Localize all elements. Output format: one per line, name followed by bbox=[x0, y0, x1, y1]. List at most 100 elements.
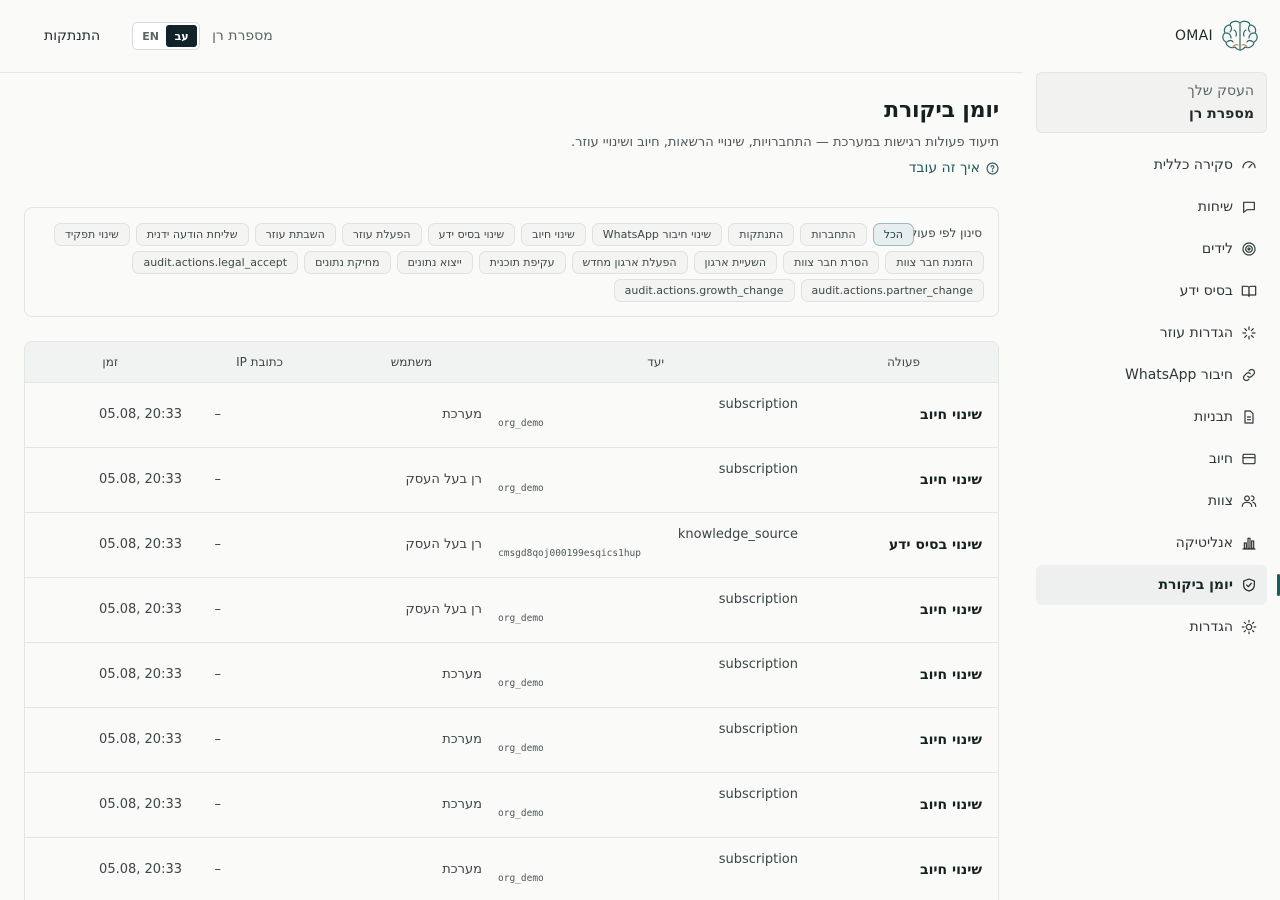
filter-chip[interactable]: השבתת עוזר bbox=[254, 223, 336, 246]
help-circle-icon bbox=[986, 162, 999, 174]
sidebar-item-team[interactable]: צוות bbox=[1036, 481, 1267, 521]
sidebar-item-settings[interactable]: הגדרות bbox=[1036, 607, 1267, 647]
filter-chip[interactable]: audit.actions.partner_change bbox=[800, 279, 984, 302]
filter-chip[interactable]: שינוי תפקיד bbox=[53, 223, 130, 246]
sidebar-item-knowledge-base[interactable]: בסיס ידע bbox=[1036, 271, 1267, 311]
filter-chip[interactable]: עקיפת תוכנית bbox=[478, 251, 566, 274]
filter-chip[interactable]: ייצוא נתונים bbox=[396, 251, 473, 274]
target-id: org_demo bbox=[498, 483, 544, 494]
cell-time: 05.08, 20:33 bbox=[99, 537, 182, 552]
language-he-button[interactable]: עב bbox=[166, 25, 198, 47]
sidebar-item-label: בסיס ידע bbox=[1179, 283, 1233, 299]
sidebar-item-overview[interactable]: סקירה כללית bbox=[1036, 145, 1267, 185]
filter-chip[interactable]: התנתקות bbox=[728, 223, 795, 246]
filter-chip[interactable]: השעיית ארגון bbox=[693, 251, 778, 274]
sidebar-item-whatsapp[interactable]: חיבור WhatsApp bbox=[1036, 355, 1267, 395]
credit-card-icon bbox=[1242, 453, 1256, 465]
filter-chip[interactable]: התחברות bbox=[800, 223, 867, 246]
filter-chip[interactable]: שינוי חיוב bbox=[521, 223, 586, 246]
table-row[interactable]: שינוי חיוב subscription org_demo מערכת –… bbox=[25, 643, 998, 708]
filter-chip[interactable]: שינוי חיבור WhatsApp bbox=[591, 223, 723, 246]
target-id: org_demo bbox=[498, 873, 544, 884]
cell-target: subscription org_demo bbox=[498, 397, 798, 429]
cell-ip: – bbox=[214, 862, 222, 877]
table-row[interactable]: שינוי חיוב subscription org_demo רן בעל … bbox=[25, 448, 998, 513]
cell-ip: – bbox=[214, 537, 222, 552]
sidebar-item-label: הגדרות עוזר bbox=[1159, 325, 1233, 341]
cell-time: 05.08, 20:33 bbox=[99, 407, 182, 422]
sidebar-item-audit-log[interactable]: יומן ביקורת bbox=[1036, 565, 1280, 605]
sidebar-item-label: יומן ביקורת bbox=[1158, 577, 1233, 593]
bar-chart-icon bbox=[1242, 537, 1256, 550]
gauge-icon bbox=[1242, 161, 1256, 169]
sidebar: OMAI העסק שלך מספרת רן סקירה כללית שיחות… bbox=[1023, 0, 1280, 900]
filter-chip[interactable]: הזמנת חבר צוות bbox=[885, 251, 984, 274]
target-type: subscription bbox=[718, 657, 798, 672]
filter-chip[interactable]: שליחת הודעה ידנית bbox=[135, 223, 249, 246]
cell-action: שינוי חיוב bbox=[920, 862, 982, 878]
filter-chip[interactable]: הפעלת ארגון מחדש bbox=[571, 251, 688, 274]
target-id: org_demo bbox=[498, 678, 544, 689]
sidebar-item-label: חיוב bbox=[1208, 451, 1233, 467]
target-id: org_demo bbox=[498, 613, 544, 624]
topbar-controls: התנתקות EN עב מספרת רן bbox=[44, 22, 273, 50]
filter-chip[interactable]: הסרת חבר צוות bbox=[783, 251, 880, 274]
table-row[interactable]: שינוי חיוב subscription org_demo מערכת –… bbox=[25, 773, 998, 838]
topbar: התנתקות EN עב מספרת רן bbox=[0, 0, 1023, 73]
sidebar-item-assistant-settings[interactable]: הגדרות עוזר bbox=[1036, 313, 1267, 353]
filter-chip-all[interactable]: הכל bbox=[872, 223, 914, 246]
link-icon bbox=[1242, 368, 1256, 382]
page-title: יומן ביקורת bbox=[884, 98, 999, 123]
sidebar-item-templates[interactable]: תבניות bbox=[1036, 397, 1267, 437]
cell-ip: – bbox=[214, 472, 222, 487]
sidebar-item-label: חיבור WhatsApp bbox=[1125, 367, 1233, 383]
filter-chip[interactable]: מחיקת נתונים bbox=[304, 251, 391, 274]
cell-ip: – bbox=[214, 732, 222, 747]
cell-action: שינוי בסיס ידע bbox=[888, 537, 982, 553]
sidebar-item-conversations[interactable]: שיחות bbox=[1036, 187, 1267, 227]
sidebar-item-leads[interactable]: לידים bbox=[1036, 229, 1267, 269]
table-row[interactable]: שינוי חיוב subscription org_demo מערכת –… bbox=[25, 383, 998, 448]
language-en-button[interactable]: EN bbox=[135, 25, 166, 47]
table-row[interactable]: שינוי בסיס ידע knowledge_source cmsgd8qo… bbox=[25, 513, 998, 578]
target-id: cmsgd8qoj000199esqics1hup bbox=[498, 548, 641, 559]
sidebar-item-label: אנליטיקה bbox=[1175, 535, 1233, 551]
how-it-works-link[interactable]: איך זה עובד bbox=[909, 160, 999, 176]
column-header-target[interactable]: יעד bbox=[647, 355, 664, 369]
business-card[interactable]: העסק שלך מספרת רן bbox=[1036, 72, 1267, 133]
cell-target: subscription org_demo bbox=[498, 722, 798, 754]
document-icon bbox=[1244, 410, 1254, 424]
main-content: התנתקות EN עב מספרת רן יומן ביקורת תיעוד… bbox=[0, 0, 1023, 900]
cell-target: subscription org_demo bbox=[498, 462, 798, 494]
column-header-user[interactable]: משתמש bbox=[391, 355, 432, 369]
sidebar-item-billing[interactable]: חיוב bbox=[1036, 439, 1267, 479]
sidebar-item-label: צוות bbox=[1207, 493, 1233, 509]
column-header-ip[interactable]: כתובת IP bbox=[236, 355, 283, 369]
filter-chip[interactable]: audit.actions.growth_change bbox=[613, 279, 795, 302]
filter-chip[interactable]: שינוי בסיס ידע bbox=[427, 223, 516, 246]
filter-chip[interactable]: הפעלת עוזר bbox=[341, 223, 422, 246]
shield-check-icon bbox=[1243, 578, 1255, 592]
table-header: פעולה יעד משתמש כתובת IP זמן bbox=[25, 342, 998, 383]
cell-time: 05.08, 20:33 bbox=[99, 732, 182, 747]
filter-chip[interactable]: audit.actions.legal_accept bbox=[132, 251, 299, 274]
cell-target: subscription org_demo bbox=[498, 657, 798, 689]
logout-button[interactable]: התנתקות bbox=[44, 28, 100, 44]
table-row[interactable]: שינוי חיוב subscription org_demo מערכת –… bbox=[25, 838, 998, 900]
cell-time: 05.08, 20:33 bbox=[99, 862, 182, 877]
cell-user: רן בעל העסק bbox=[405, 472, 482, 487]
cell-ip: – bbox=[214, 667, 222, 682]
brand[interactable]: OMAI bbox=[1175, 19, 1260, 53]
cell-action: שינוי חיוב bbox=[920, 667, 982, 683]
target-icon bbox=[1242, 242, 1256, 256]
target-type: subscription bbox=[718, 592, 798, 607]
brain-icon bbox=[1222, 20, 1258, 51]
target-type: subscription bbox=[718, 462, 798, 477]
column-header-time[interactable]: זמן bbox=[102, 355, 118, 369]
book-icon bbox=[1241, 285, 1257, 297]
sidebar-item-analytics[interactable]: אנליטיקה bbox=[1036, 523, 1267, 563]
table-row[interactable]: שינוי חיוב subscription org_demo רן בעל … bbox=[25, 578, 998, 643]
column-header-action[interactable]: פעולה bbox=[887, 355, 920, 369]
table-body: שינוי חיוב subscription org_demo מערכת –… bbox=[25, 383, 998, 900]
table-row[interactable]: שינוי חיוב subscription org_demo מערכת –… bbox=[25, 708, 998, 773]
